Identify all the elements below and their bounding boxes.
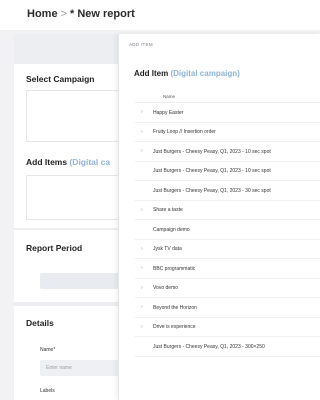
campaign-picker-box[interactable] (26, 90, 120, 142)
item-name: Happy Easter (153, 109, 184, 116)
item-name: Share a taste (153, 207, 183, 213)
item-row[interactable]: › Beyond the Horizon (135, 298, 320, 318)
report-period-heading: Report Period (26, 243, 83, 253)
item-name: Just Burgers - Cheesy Peasy, Q1, 2023 - … (153, 187, 271, 194)
item-list: › Happy Easter › Fruity Loop // Insertion o… (135, 103, 320, 357)
add-items-heading: Add Items (Digital ca (26, 157, 111, 167)
item-name: Fruity Loop // Insertion order (153, 129, 216, 135)
items-box[interactable] (26, 175, 120, 220)
name-label: Name* (40, 347, 56, 353)
name-input[interactable]: Enter name (40, 360, 120, 376)
item-row[interactable]: Just Burgers - Cheesy Peasy, Q1, 2023 - … (135, 337, 320, 357)
name-column-header[interactable]: Name (163, 94, 175, 99)
chevron-right-icon[interactable]: › (141, 109, 147, 115)
top-bar: Home > * New report (0, 0, 320, 30)
item-row[interactable]: › Drive is experience (135, 318, 320, 337)
item-name: Campaign demo (153, 226, 190, 233)
panel-kicker: ADD ITEM (129, 42, 153, 47)
breadcrumb-current: * New report (70, 8, 135, 20)
item-name: Jysk TV data (153, 246, 182, 252)
item-row[interactable]: › Jysk TV data (135, 240, 320, 259)
item-name: Just Burgers - Cheesy Peasy, Q1, 2023 - … (153, 168, 271, 174)
item-name: Just Burgers - Cheesy Peasy, Q1, 2023 - … (153, 343, 265, 350)
panel-title: Add Item (Digital campaign) (134, 69, 240, 78)
chevron-right-icon[interactable]: › (141, 207, 147, 213)
item-row[interactable]: Campaign demo (135, 220, 320, 240)
labels-label: Labels (40, 388, 55, 394)
chevron-right-icon[interactable]: › (141, 246, 147, 252)
report-period-card (14, 230, 120, 302)
report-period-field[interactable] (40, 273, 120, 289)
item-name: Beyond the Horizon (153, 304, 197, 311)
item-name: Vovo demo (153, 285, 179, 291)
breadcrumb: Home > * New report (27, 8, 135, 20)
breadcrumb-separator: > (60, 8, 67, 20)
item-name: Just Burgers - Cheesy Peasy, Q1, 2023 - … (153, 148, 271, 155)
item-row[interactable]: › Fruity Loop // Insertion order (135, 123, 320, 142)
chevron-right-icon[interactable]: › (141, 304, 147, 310)
item-row[interactable]: Just Burgers - Cheesy Peasy, Q1, 2023 - … (135, 181, 320, 201)
item-row[interactable]: › Vovo demo (135, 279, 320, 298)
breadcrumb-home[interactable]: Home (27, 8, 58, 20)
chevron-right-icon[interactable]: › (141, 285, 147, 291)
item-row[interactable]: › BBC programmatic (135, 259, 320, 279)
item-row[interactable]: Just Burgers - Cheesy Peasy, Q1, 2023 - … (135, 162, 320, 181)
select-campaign-heading: Select Campaign (26, 74, 95, 84)
add-item-panel: ADD ITEM Add Item (Digital campaign) Nam… (118, 34, 320, 400)
chevron-right-icon[interactable]: › (141, 148, 147, 154)
item-name: Drive is experience (153, 324, 196, 330)
item-row[interactable]: › Share a taste (135, 201, 320, 220)
item-row[interactable]: › Happy Easter (135, 103, 320, 123)
chevron-right-icon[interactable]: › (141, 324, 147, 330)
chevron-right-icon[interactable]: › (141, 265, 147, 271)
chevron-right-icon[interactable]: › (141, 129, 147, 135)
details-heading: Details (26, 318, 54, 328)
item-row[interactable]: › Just Burgers - Cheesy Peasy, Q1, 2023 -… (135, 142, 320, 162)
item-name: BBC programmatic (153, 265, 196, 272)
